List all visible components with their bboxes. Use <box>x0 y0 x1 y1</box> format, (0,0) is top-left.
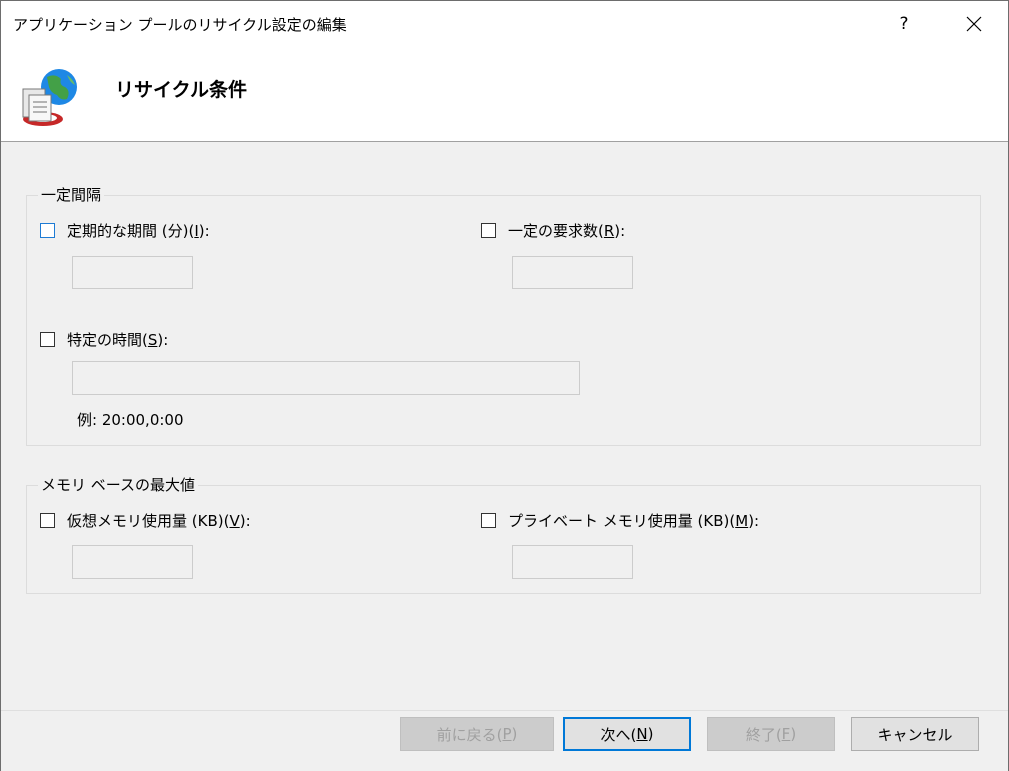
regular-time-input[interactable] <box>72 256 193 289</box>
specific-times-checkbox[interactable] <box>40 331 55 347</box>
help-icon: ? <box>899 14 909 34</box>
virtual-memory-input[interactable] <box>72 545 193 579</box>
button-bar: 前に戻る(P) 次へ(N) 終了(F) キャンセル <box>1 710 1008 771</box>
close-icon <box>966 16 982 32</box>
request-limit-input[interactable] <box>512 256 633 289</box>
cancel-button[interactable]: キャンセル <box>851 717 979 751</box>
fixed-interval-group-label: 一定間隔 <box>38 184 105 205</box>
private-memory-checkbox[interactable] <box>481 512 496 528</box>
specific-times-example: 例: 20:00,0:00 <box>77 411 184 429</box>
specific-times-label: 特定の時間(S): <box>67 330 169 349</box>
request-limit-option[interactable]: 一定の要求数(R): <box>481 219 625 241</box>
close-button[interactable] <box>950 1 998 47</box>
content-panel: 一定間隔 定期的な期間 (分)(I): 一定の要求数(R): 特定の時間(S):… <box>1 142 1008 710</box>
recycle-globe-icon <box>22 69 77 126</box>
wizard-header: リサイクル条件 <box>1 47 1008 142</box>
regular-time-checkbox[interactable] <box>40 222 55 238</box>
virtual-memory-label: 仮想メモリ使用量 (KB)(V): <box>67 511 251 530</box>
finish-button[interactable]: 終了(F) <box>707 717 835 751</box>
private-memory-option[interactable]: プライベート メモリ使用量 (KB)(M): <box>481 509 759 531</box>
dialog-window: アプリケーション プールのリサイクル設定の編集 ? リサイクル条件 一定間隔 定… <box>0 0 1009 771</box>
memory-group-label: メモリ ベースの最大値 <box>38 474 199 495</box>
specific-times-option[interactable]: 特定の時間(S): <box>40 328 168 350</box>
regular-time-label: 定期的な期間 (分)(I): <box>67 221 210 240</box>
page-title: リサイクル条件 <box>115 79 248 101</box>
title-bar: アプリケーション プールのリサイクル設定の編集 ? <box>1 1 1008 47</box>
request-limit-label: 一定の要求数(R): <box>508 221 626 240</box>
request-limit-checkbox[interactable] <box>481 222 496 238</box>
help-button[interactable]: ? <box>881 1 927 47</box>
regular-time-option[interactable]: 定期的な期間 (分)(I): <box>40 219 210 241</box>
prev-button[interactable]: 前に戻る(P) <box>400 717 554 751</box>
private-memory-label: プライベート メモリ使用量 (KB)(M): <box>508 511 760 530</box>
virtual-memory-option[interactable]: 仮想メモリ使用量 (KB)(V): <box>40 509 251 531</box>
specific-times-input[interactable] <box>72 361 580 395</box>
virtual-memory-checkbox[interactable] <box>40 512 55 528</box>
private-memory-input[interactable] <box>512 545 633 579</box>
window-title: アプリケーション プールのリサイクル設定の編集 <box>13 16 347 34</box>
next-button[interactable]: 次へ(N) <box>563 717 691 751</box>
